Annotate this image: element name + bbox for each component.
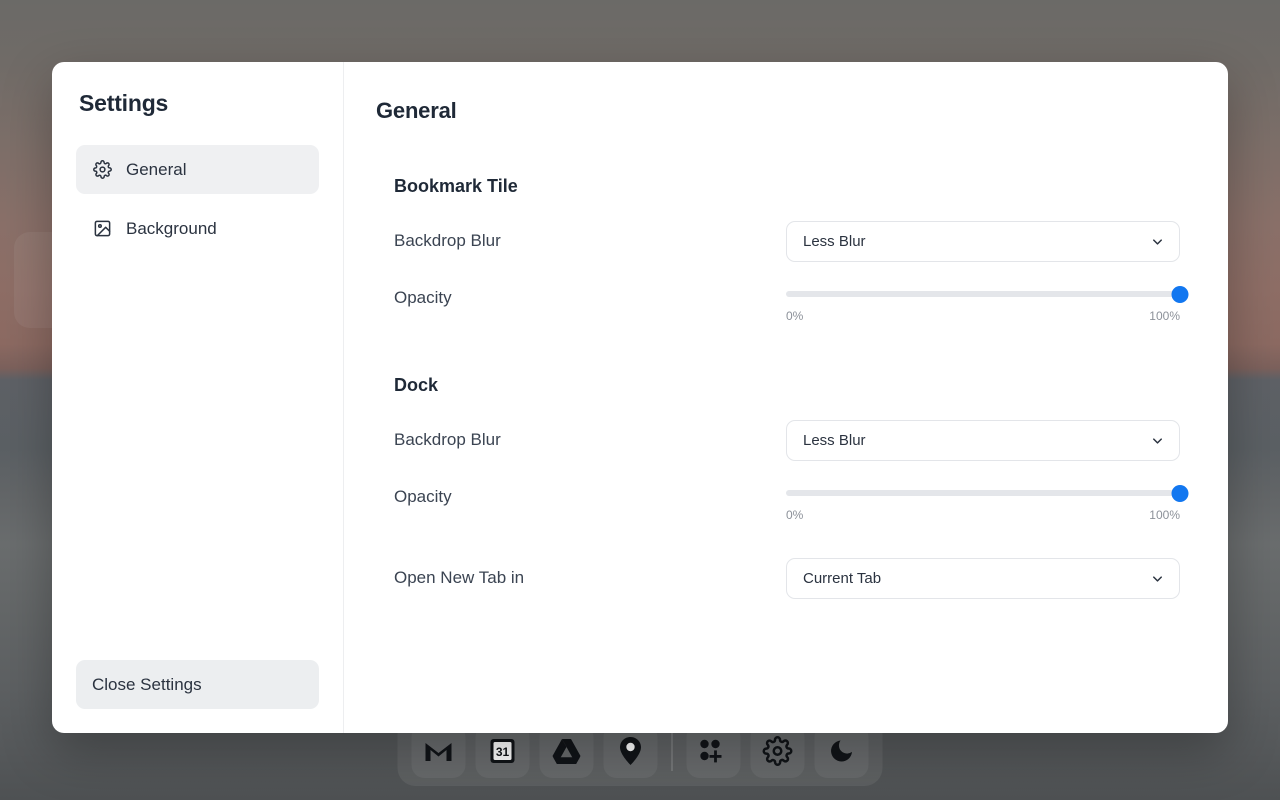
drive-icon [552,738,582,765]
slider-max-label: 100% [1149,309,1180,323]
sidebar-item-background[interactable]: Background [76,204,319,253]
chevron-down-icon [1150,234,1165,249]
close-settings-button[interactable]: Close Settings [76,660,319,709]
dock-backdrop-blur-select[interactable]: Less Blur [786,420,1180,461]
calendar-icon: 31 [489,737,517,765]
row-dock-backdrop-blur: Backdrop Blur Less Blur [394,420,1180,461]
slider-thumb[interactable] [1172,286,1189,303]
section-gap [376,522,1180,558]
add-apps-icon [699,737,729,765]
slider-min-label: 0% [786,508,803,522]
settings-modal: Settings General [52,62,1228,733]
section-bookmark-tile: Bookmark Tile Backdrop Blur Less Blur [376,176,1180,323]
sidebar-spacer [76,253,319,660]
chevron-down-icon [1150,433,1165,448]
settings-sidebar: Settings General [52,62,344,733]
sidebar-item-general[interactable]: General [76,145,319,194]
desktop-background: 31 [0,0,1280,800]
slider-min-label: 0% [786,309,803,323]
select-value: Current Tab [803,570,881,587]
dark-mode-moon-icon [828,737,856,765]
row-label: Opacity [394,278,786,308]
open-new-tab-select[interactable]: Current Tab [786,558,1180,599]
row-label: Backdrop Blur [394,221,786,251]
row-bookmark-backdrop-blur: Backdrop Blur Less Blur [394,221,1180,262]
dock-separator [672,731,673,771]
sidebar-item-background-label: Background [126,219,217,239]
row-label: Open New Tab in [394,558,786,588]
section-open-new-tab: Open New Tab in Current Tab [376,558,1180,599]
gear-icon [92,160,112,180]
row-open-new-tab: Open New Tab in Current Tab [394,558,1180,599]
slider-scale: 0% 100% [786,508,1180,522]
bookmark-opacity-slider[interactable] [786,286,1180,302]
slider-scale: 0% 100% [786,309,1180,323]
svg-text:31: 31 [496,745,510,759]
row-bookmark-opacity: Opacity 0% 100% [394,278,1180,323]
slider-thumb[interactable] [1172,485,1189,502]
sidebar-item-general-label: General [126,160,186,180]
slider-max-label: 100% [1149,508,1180,522]
image-icon [92,219,112,239]
slider-track [786,291,1180,297]
select-value: Less Blur [803,432,866,449]
settings-gear-icon [763,736,793,766]
gmail-icon [424,739,454,763]
chevron-down-icon [1150,571,1165,586]
sidebar-nav: General Background [76,145,319,253]
section-dock: Dock Backdrop Blur Less Blur [376,375,1180,522]
row-dock-opacity: Opacity 0% 100% [394,477,1180,522]
dock-opacity-slider[interactable] [786,485,1180,501]
row-label: Backdrop Blur [394,420,786,450]
page-title: General [376,98,1180,124]
slider-track [786,490,1180,496]
settings-content: General Bookmark Tile Backdrop Blur Less… [344,62,1228,733]
bookmark-backdrop-blur-select[interactable]: Less Blur [786,221,1180,262]
section-title: Dock [394,375,1180,396]
sidebar-title: Settings [76,90,319,117]
select-value: Less Blur [803,233,866,250]
row-label: Opacity [394,477,786,507]
section-title: Bookmark Tile [394,176,1180,197]
maps-icon [619,736,643,766]
